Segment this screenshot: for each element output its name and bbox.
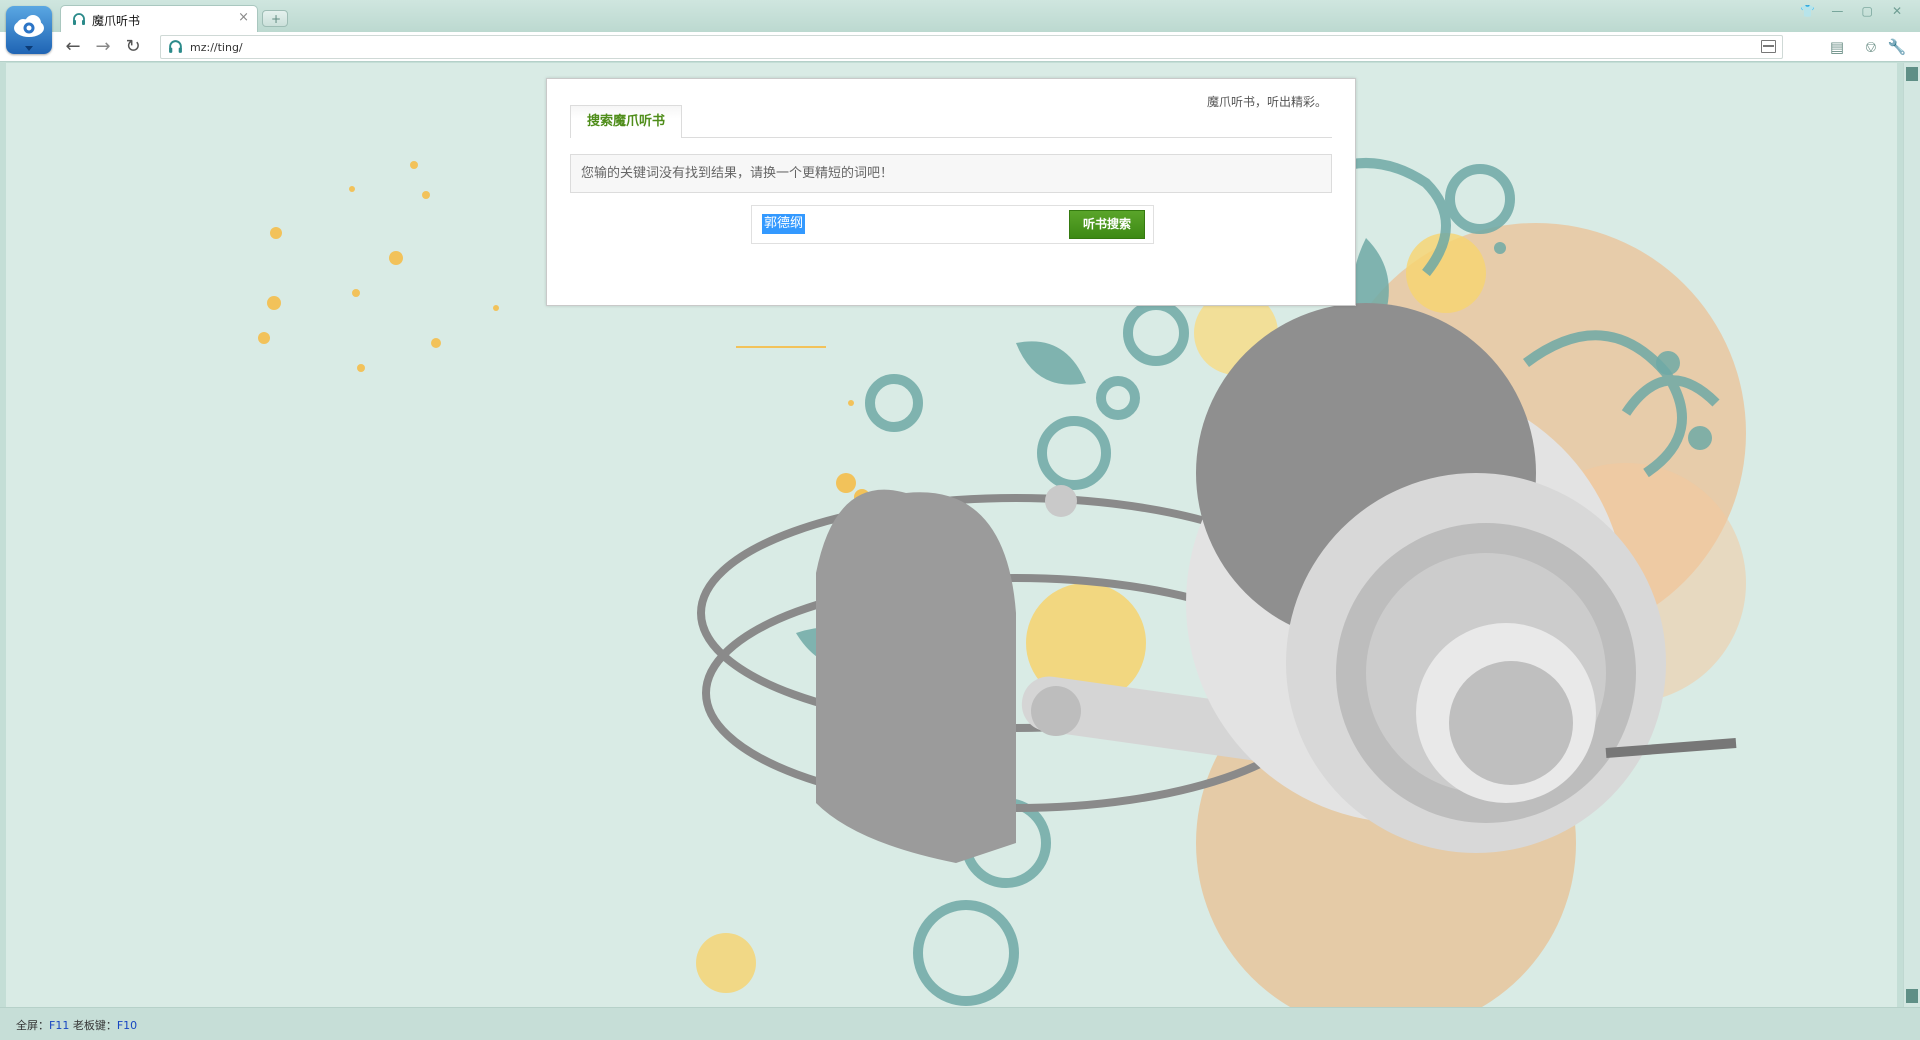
plus-icon: +	[271, 12, 282, 26]
status-bar: 全屏：F11 老板键：F10	[0, 1007, 1920, 1040]
close-icon[interactable]: ✕	[1884, 2, 1910, 20]
toolbar-settings: 🔧	[1882, 38, 1912, 56]
window-controls: 👕 — ▢ ✕	[1795, 2, 1910, 20]
back-icon[interactable]: ←	[62, 36, 84, 58]
reader-mode-icon[interactable]	[1761, 40, 1776, 53]
minimize-icon[interactable]: —	[1824, 2, 1850, 20]
headphone-icon	[168, 39, 183, 57]
address-text[interactable]: mz://ting/	[190, 41, 243, 54]
image-icon[interactable]: ▤	[1822, 38, 1852, 56]
shirt-icon[interactable]: 👕	[1795, 2, 1821, 20]
tab-search-ting[interactable]: 搜索魔爪听书	[570, 105, 682, 138]
no-result-notice: 您输的关键词没有找到结果，请换一个更精短的词吧！	[570, 154, 1332, 193]
tab-close-icon[interactable]: ×	[238, 10, 249, 25]
wrench-icon[interactable]: 🔧	[1882, 38, 1912, 56]
vertical-scrollbar[interactable]	[1903, 63, 1920, 1007]
scroll-down-icon[interactable]	[1906, 989, 1918, 1003]
maximize-icon[interactable]: ▢	[1854, 2, 1880, 20]
tab-title: 魔爪听书	[92, 14, 141, 28]
search-query-text[interactable]: 郭德纲	[762, 214, 806, 234]
forward-icon[interactable]: →	[92, 36, 114, 58]
reload-icon[interactable]: ↻	[122, 36, 144, 58]
search-card: 魔爪听书，听出精彩。 搜索魔爪听书 您输的关键词没有找到结果，请换一个更精短的词…	[546, 78, 1356, 306]
scroll-up-icon[interactable]	[1906, 67, 1918, 81]
fullscreen-key[interactable]: F11	[49, 1019, 69, 1032]
browser-tab[interactable]: 魔爪听书 ×	[60, 5, 258, 32]
boss-key[interactable]: F10	[117, 1019, 137, 1032]
new-tab-button[interactable]: +	[262, 10, 288, 27]
search-tab-row: 搜索魔爪听书	[570, 105, 1332, 138]
fullscreen-label: 全屏：	[16, 1019, 49, 1032]
toolbar-right: ▤ ⎊	[1822, 38, 1886, 56]
headphone-tab-icon	[72, 12, 86, 29]
title-bar: 魔爪听书 × + 👕 — ▢ ✕	[0, 0, 1920, 54]
shortcut-hint: 全屏：F11 老板键：F10	[16, 1017, 137, 1033]
page-viewport: 魔爪听书，听出精彩。 搜索魔爪听书 您输的关键词没有找到结果，请换一个更精短的词…	[6, 63, 1897, 1007]
search-button[interactable]: 听书搜索	[1069, 210, 1145, 239]
search-box: 郭德纲 听书搜索	[751, 205, 1154, 244]
toolbar: ← → ↻ mz://ting/ ▤ ⎊ 🔧	[0, 32, 1920, 62]
address-bar[interactable]: mz://ting/	[160, 35, 1783, 59]
menu-arrow-icon	[25, 46, 33, 51]
app-logo-icon[interactable]	[6, 6, 52, 54]
boss-key-label: 老板键：	[69, 1019, 117, 1032]
